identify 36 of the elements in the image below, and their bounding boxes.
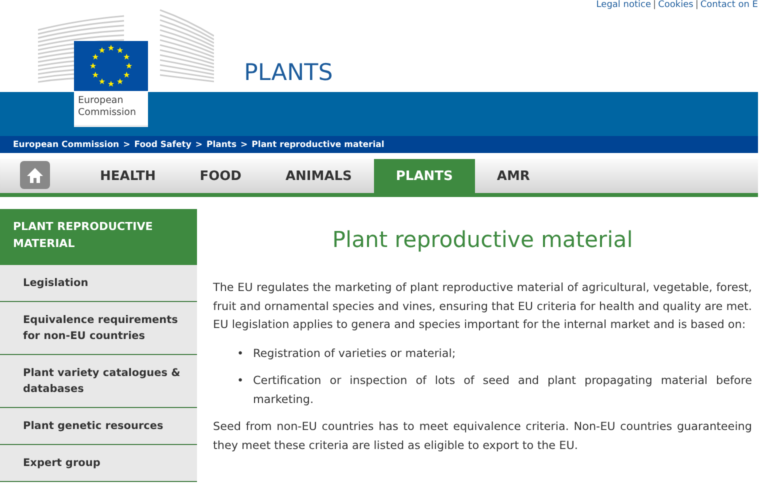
flag-icon bbox=[74, 41, 148, 91]
page-heading: Plant reproductive material bbox=[331, 227, 634, 255]
top-link[interactable]: Cookies bbox=[658, 0, 694, 11]
breadcrumb-link[interactable]: European Commission bbox=[13, 140, 120, 150]
logo-text: European Commission bbox=[77, 94, 137, 120]
bullet-item: Certification or inspection of lots of seed and plant propagating material before marketing. bbox=[253, 373, 752, 408]
breadcrumb-separator: > bbox=[195, 140, 202, 150]
logo[interactable]: European Commission bbox=[74, 41, 148, 127]
outro-paragraph: Seed from non-EU countries has to meet equivalence criteria. Non-EU countries guaranteeing they meet these criteria are listed as eligible to export to the EU. bbox=[213, 419, 752, 454]
sidebar-item[interactable]: Equivalence requirements for non-EU countries bbox=[0, 302, 197, 355]
breadcrumb-link[interactable]: Plant reproductive material bbox=[252, 140, 384, 150]
bullet-marker: • bbox=[237, 346, 245, 362]
intro-paragraph: The EU regulates the marketing of plant reproductive material of agricultural, vegetable, forest, fruit and ornamental species and vines, ensuring that EU criteria for health and quality are met. EU legislation applies to genera and species important for the internal market and is based on: bbox=[213, 280, 752, 333]
link-separator: | bbox=[653, 0, 656, 11]
sidebar-item[interactable]: Plant genetic resources bbox=[0, 408, 197, 445]
bullet-item: Registration of varieties or material; bbox=[253, 346, 456, 362]
home-icon bbox=[27, 168, 43, 182]
top-link[interactable]: Contact on E bbox=[700, 0, 758, 11]
nav-tab[interactable]: AMR bbox=[474, 159, 552, 193]
site-title: PLANTS bbox=[244, 60, 333, 86]
sidebar-item[interactable]: Plant variety catalogues & databases bbox=[0, 355, 197, 408]
breadcrumb-separator: > bbox=[240, 140, 248, 150]
sidebar-item[interactable]: Expert group bbox=[0, 445, 197, 482]
sidebar-title[interactable]: PLANT REPRODUCTIVE MATERIAL bbox=[0, 209, 197, 265]
breadcrumb-link[interactable]: Food Safety bbox=[134, 140, 192, 150]
breadcrumb-separator: > bbox=[123, 140, 130, 150]
top-link[interactable]: Legal notice bbox=[596, 0, 652, 11]
bullet-marker: • bbox=[237, 373, 245, 389]
sidebar-item[interactable]: Legislation bbox=[0, 265, 197, 302]
nav-tab[interactable]: ANIMALS bbox=[263, 159, 374, 193]
link-separator: | bbox=[695, 0, 698, 11]
nav-tab[interactable]: PLANTS bbox=[374, 159, 475, 193]
home-button[interactable] bbox=[20, 161, 50, 189]
nav-tab[interactable]: FOOD bbox=[178, 159, 264, 193]
nav-tab[interactable]: HEALTH bbox=[78, 159, 178, 193]
breadcrumb-link[interactable]: Plants bbox=[206, 140, 237, 150]
